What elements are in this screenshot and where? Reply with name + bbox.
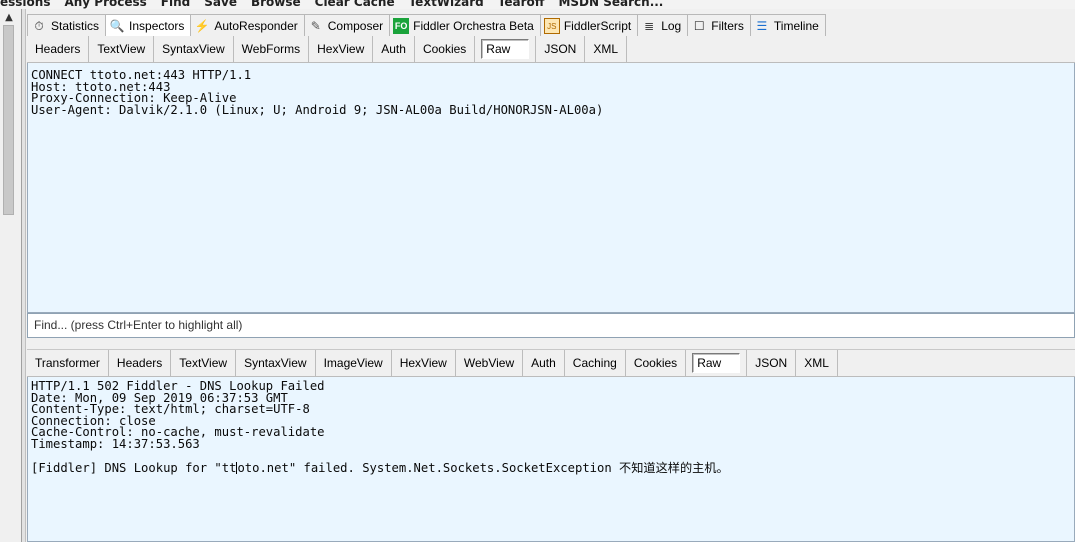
response-body-line: [Fiddler] DNS Lookup for "ttoto.net" fai… — [31, 460, 1071, 475]
request-tab-hexview[interactable]: HexView — [309, 36, 374, 62]
request-find-input[interactable]: Find... (press Ctrl+Enter to highlight a… — [27, 313, 1075, 338]
response-tab-headers[interactable]: Headers — [109, 350, 172, 376]
tab-label: FiddlerScript — [563, 18, 632, 33]
response-tab-transformer[interactable]: Transformer — [27, 350, 109, 376]
request-tab-xml[interactable]: XML — [585, 36, 628, 62]
toolbar-item-tearoff[interactable]: Tearoff — [498, 0, 545, 9]
fo-badge-icon: FO — [393, 18, 410, 34]
script-icon: JS — [543, 18, 560, 34]
vertical-splitter[interactable] — [22, 9, 26, 542]
tab-label: Log — [661, 18, 682, 33]
response-tab-hexview[interactable]: HexView — [392, 350, 456, 376]
response-tab-raw[interactable]: Raw — [686, 350, 748, 376]
response-tab-json[interactable]: JSON — [747, 350, 797, 376]
response-tab-webview[interactable]: WebView — [456, 350, 524, 376]
log-icon: ≣ — [644, 18, 655, 33]
tab-label: Composer — [327, 18, 384, 33]
request-raw-text[interactable]: CONNECT ttoto.net:443 HTTP/1.1 Host: ttot… — [27, 63, 1075, 313]
active-tab-label: Raw — [692, 353, 741, 373]
tab-label: Timeline — [773, 18, 819, 33]
response-tab-auth[interactable]: Auth — [523, 350, 565, 376]
toolbar-item-clear-cache[interactable]: Clear Cache — [315, 0, 395, 9]
request-inspector-tabs: Headers TextView SyntaxView WebForms HexView… — [27, 36, 1075, 63]
active-tab-label: Raw — [481, 39, 530, 59]
response-tab-imageview[interactable]: ImageView — [316, 350, 392, 376]
tab-label: Inspectors — [129, 19, 185, 33]
pencil-icon: ✎ — [310, 18, 321, 33]
request-tab-cookies[interactable]: Cookies — [415, 36, 476, 62]
tab-autoresponder[interactable]: ⚡ AutoResponder — [190, 14, 305, 37]
toolbar-item-browse[interactable]: Browse — [251, 0, 301, 9]
tab-label: Filters — [711, 18, 744, 33]
tab-timeline[interactable]: ☰ Timeline — [749, 14, 826, 37]
response-raw-text[interactable]: HTTP/1.1 502 Fiddler - DNS Lookup Failed… — [27, 377, 1075, 542]
request-tab-auth[interactable]: Auth — [373, 36, 415, 62]
main-tab-bar: ⏱ Statistics 🔍 Inspectors ⚡ AutoResponder ✎ Com… — [27, 14, 826, 38]
response-tab-syntaxview[interactable]: SyntaxView — [236, 350, 316, 376]
response-body-before-caret: [Fiddler] DNS Lookup for "tt — [31, 460, 237, 475]
response-tab-cookies[interactable]: Cookies — [626, 350, 687, 376]
toolbar-item-msdn-search[interactable]: MSDN Search... — [558, 0, 663, 9]
tab-inspectors[interactable]: 🔍 Inspectors — [105, 14, 192, 38]
tab-fiddler-orchestra-beta[interactable]: FO Fiddler Orchestra Beta — [389, 14, 541, 37]
tab-log[interactable]: ≣ Log — [637, 14, 689, 37]
stopwatch-icon: ⏱ — [34, 18, 44, 33]
response-line: Content-Type: text/html; charset=UTF-8 — [31, 402, 310, 416]
response-tab-textview[interactable]: TextView — [171, 350, 237, 376]
toolbar-strip[interactable]: essions Any Process Find Save Browse Clear Ca… — [0, 0, 677, 9]
toolbar-item-save[interactable]: Save — [204, 0, 237, 9]
request-tab-json[interactable]: JSON — [536, 36, 586, 62]
tab-label: AutoResponder — [214, 18, 298, 33]
toolbar-item-textwizard[interactable]: TextWizard — [409, 0, 484, 9]
tab-statistics[interactable]: ⏱ Statistics — [27, 14, 107, 37]
response-tab-xml[interactable]: XML — [796, 350, 838, 376]
request-tab-syntaxview[interactable]: SyntaxView — [154, 36, 234, 62]
lightning-icon: ⚡ — [194, 18, 210, 33]
timeline-icon: ☰ — [756, 18, 768, 33]
response-line: Timestamp: 14:37:53.563 — [31, 436, 200, 451]
horizontal-splitter[interactable] — [27, 338, 1075, 350]
request-tab-webforms[interactable]: WebForms — [234, 36, 310, 62]
tab-label: Fiddler Orchestra Beta — [413, 18, 534, 33]
request-tab-raw[interactable]: Raw — [475, 36, 537, 62]
request-line: CONNECT ttoto.net:443 HTTP/1.1 — [31, 68, 252, 82]
tab-fiddlerscript[interactable]: JS FiddlerScript — [539, 14, 639, 37]
scrollbar-thumb[interactable] — [3, 25, 14, 215]
tab-filters[interactable]: ☐ Filters — [687, 14, 751, 37]
tab-composer[interactable]: ✎ Composer — [303, 14, 391, 37]
checkbox-icon: ☐ — [693, 18, 705, 33]
request-tab-headers[interactable]: Headers — [27, 36, 90, 62]
request-line: User-Agent: Dalvik/2.1.0 (Linux; U; Andr… — [31, 102, 604, 117]
response-tab-caching[interactable]: Caching — [565, 350, 626, 376]
toolbar-item-any-process[interactable]: Any Process — [64, 0, 146, 9]
magnifier-icon: 🔍 — [109, 19, 125, 33]
toolbar-item-essions[interactable]: essions — [0, 0, 50, 9]
top-toolbar: essions Any Process Find Save Browse Clear Ca… — [0, 0, 1075, 9]
tab-label: Statistics — [51, 18, 100, 33]
response-inspector-tabs: Transformer Headers TextView SyntaxView Imag… — [27, 350, 1075, 377]
response-body-after-caret: oto.net" failed. System.Net.Sockets.Sock… — [237, 460, 729, 475]
scroll-up-icon[interactable]: ▲ — [2, 12, 16, 24]
toolbar-item-find[interactable]: Find — [161, 0, 190, 9]
request-tab-textview[interactable]: TextView — [89, 36, 155, 62]
